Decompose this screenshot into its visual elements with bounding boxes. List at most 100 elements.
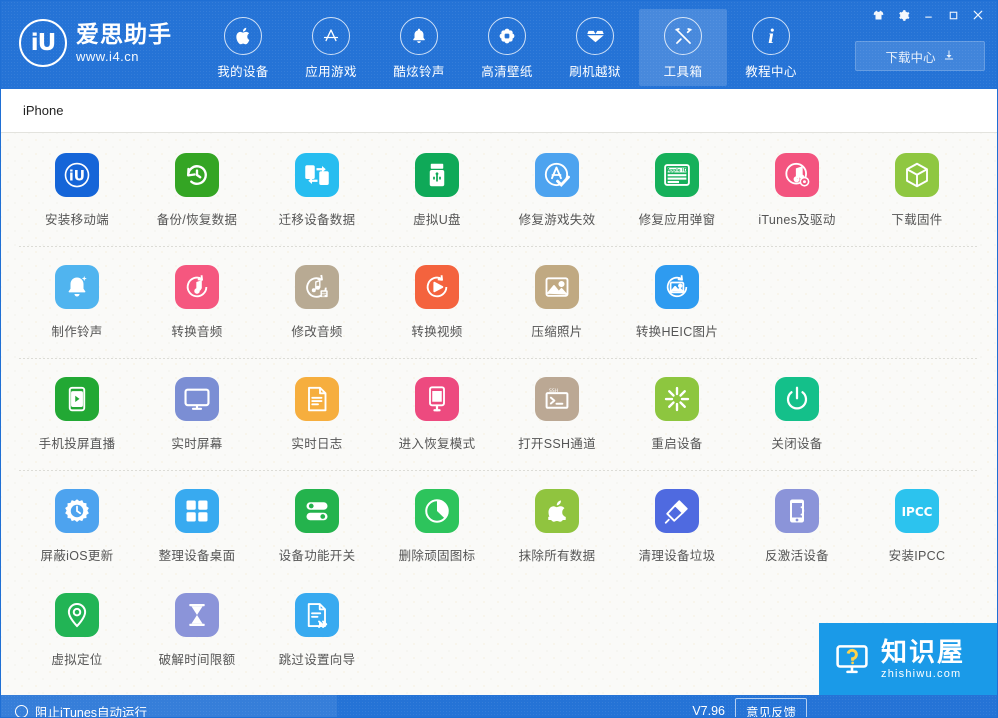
tool-clean-junk[interactable]: 清理设备垃圾 <box>617 471 737 575</box>
virtual-location-icon <box>55 593 99 637</box>
tool-virtual-usb[interactable]: 虚拟U盘 <box>377 135 497 247</box>
tool-download-firmware[interactable]: 下载固件 <box>857 135 977 247</box>
tool-block-ios-update[interactable]: 屏蔽iOS更新 <box>17 471 137 575</box>
download-center-button[interactable]: 下载中心 <box>855 41 985 71</box>
nav-label: 工具箱 <box>663 65 703 79</box>
tool-label: 删除顽固图标 <box>398 549 476 563</box>
tool-convert-video[interactable]: 转换视频 <box>377 247 497 359</box>
convert-video-icon <box>415 265 459 309</box>
tool-migrate-device[interactable]: 迁移设备数据 <box>257 135 377 247</box>
tool-label: 打开SSH通道 <box>518 437 596 451</box>
tool-crack-time-limit[interactable]: 破解时间限额 <box>137 575 257 675</box>
tool-compress-photo[interactable]: 压缩照片 <box>497 247 617 359</box>
tool-convert-audio[interactable]: 转换音频 <box>137 247 257 359</box>
device-tabstrip: iPhone <box>1 89 997 133</box>
i4-assistant-window: iU 爱思助手 www.i4.cn 我的设备 应用游戏 酷炫铃声 高清壁纸 刷机… <box>0 0 998 718</box>
logo-name: 爱思助手 <box>76 21 172 48</box>
nav-item-flash-jailbreak[interactable]: 刷机越狱 <box>551 9 639 86</box>
bell-icon <box>400 17 438 55</box>
crack-time-limit-icon <box>175 593 219 637</box>
tool-label: 清理设备垃圾 <box>638 549 716 563</box>
tool-realtime-log[interactable]: 实时日志 <box>257 359 377 471</box>
migrate-device-icon <box>295 153 339 197</box>
close-button[interactable] <box>967 5 989 25</box>
nav-item-tutorials[interactable]: i 教程中心 <box>727 9 815 86</box>
realtime-log-icon <box>295 377 339 421</box>
tool-itunes-driver[interactable]: iTunes及驱动 <box>737 135 857 247</box>
nav-item-toolbox[interactable]: 工具箱 <box>639 9 727 86</box>
tool-label: 转换HEIC图片 <box>635 325 719 339</box>
tool-install-mobile[interactable]: iU 安装移动端 <box>17 135 137 247</box>
nav-label: 我的设备 <box>217 65 269 79</box>
tool-delete-stubborn-icon[interactable]: 删除顽固图标 <box>377 471 497 575</box>
tool-organize-desktop[interactable]: 整理设备桌面 <box>137 471 257 575</box>
delete-icon-stubborn-icon <box>415 489 459 533</box>
ssh-tunnel-icon: SSH <box>535 377 579 421</box>
tool-label: 整理设备桌面 <box>158 549 236 563</box>
screen-cast-icon <box>55 377 99 421</box>
tool-feature-toggle[interactable]: 设备功能开关 <box>257 471 377 575</box>
feature-toggle-icon <box>295 489 339 533</box>
tool-label: 破解时间限额 <box>158 653 236 667</box>
tool-erase-all-data[interactable]: 抹除所有数据 <box>497 471 617 575</box>
skin-icon[interactable] <box>867 5 889 25</box>
tool-label: 转换视频 <box>411 325 463 339</box>
tool-install-ipcc[interactable]: IPCC 安装IPCC <box>857 471 977 575</box>
tool-deactivate-device[interactable]: 反激活设备 <box>737 471 857 575</box>
nav-label: 酷炫铃声 <box>393 65 445 79</box>
tool-backup-restore[interactable]: 备份/恢复数据 <box>137 135 257 247</box>
svg-text:Apple ID: Apple ID <box>667 168 688 174</box>
block-itunes-toggle[interactable]: 阻止iTunes自动运行 <box>1 695 338 717</box>
tool-label: 修复游戏失效 <box>518 213 596 227</box>
tool-virtual-location[interactable]: 虚拟定位 <box>17 575 137 675</box>
tool-label: 安装移动端 <box>44 213 109 227</box>
tool-label: 反激活设备 <box>764 549 829 563</box>
clean-junk-icon <box>655 489 699 533</box>
tool-label: 压缩照片 <box>531 325 583 339</box>
tab-label: iPhone <box>23 103 64 118</box>
tool-label: 跳过设置向导 <box>278 653 356 667</box>
tool-label: 转换音频 <box>171 325 223 339</box>
maximize-button[interactable] <box>942 5 964 25</box>
status-bar-right: V7.96 意见反馈 <box>692 695 807 718</box>
tool-fix-game[interactable]: 修复游戏失效 <box>497 135 617 247</box>
tool-recovery-mode[interactable]: 进入恢复模式 <box>377 359 497 471</box>
svg-text:iU: iU <box>69 169 85 185</box>
backup-restore-icon <box>175 153 219 197</box>
tool-label: 制作铃声 <box>51 325 103 339</box>
tool-reboot-device[interactable]: 重启设备 <box>617 359 737 471</box>
status-bar: 阻止iTunes自动运行 V7.96 意见反馈 <box>1 695 997 718</box>
nav-label: 教程中心 <box>745 65 797 79</box>
feedback-button[interactable]: 意见反馈 <box>734 697 807 717</box>
toolbox-grid: iU 安装移动端 备份/恢复数据 迁移设备数据 虚拟U盘 修复游戏失效 Appl… <box>1 133 997 695</box>
tab-iphone[interactable]: iPhone <box>3 89 84 132</box>
tool-ssh-tunnel[interactable]: SSH 打开SSH通道 <box>497 359 617 471</box>
tool-edit-audio[interactable]: 修改音频 <box>257 247 377 359</box>
reboot-device-icon <box>655 377 699 421</box>
tool-convert-heic[interactable]: 转换HEIC图片 <box>617 247 737 359</box>
app-logo[interactable]: iU 爱思助手 www.i4.cn <box>1 1 191 67</box>
tool-label: 备份/恢复数据 <box>156 213 238 227</box>
tool-row: iU 安装移动端 备份/恢复数据 迁移设备数据 虚拟U盘 修复游戏失效 Appl… <box>1 135 997 247</box>
heic-convert-icon <box>655 265 699 309</box>
gear-icon[interactable] <box>892 5 914 25</box>
nav-item-wallpapers[interactable]: 高清壁纸 <box>463 9 551 86</box>
itunes-driver-icon <box>775 153 819 197</box>
tool-fix-app-popup[interactable]: Apple ID 修复应用弹窗 <box>617 135 737 247</box>
tool-screen-cast[interactable]: 手机投屏直播 <box>17 359 137 471</box>
watermark-badge: 知识屋 zhishiwu.com <box>819 623 997 695</box>
version-label: V7.96 <box>692 704 725 718</box>
compress-photo-icon <box>535 265 579 309</box>
nav-item-apps-games[interactable]: 应用游戏 <box>287 9 375 86</box>
tool-label: 屏蔽iOS更新 <box>40 549 114 563</box>
tool-label: 修改音频 <box>291 325 343 339</box>
tool-make-ringtone[interactable]: 制作铃声 <box>17 247 137 359</box>
tool-shutdown-device[interactable]: 关闭设备 <box>737 359 857 471</box>
nav-item-my-device[interactable]: 我的设备 <box>199 9 287 86</box>
minimize-button[interactable] <box>917 5 939 25</box>
tool-row: 手机投屏直播 实时屏幕 实时日志 进入恢复模式 SSH 打开SSH通道 重启设备… <box>1 359 997 471</box>
tool-realtime-screen[interactable]: 实时屏幕 <box>137 359 257 471</box>
tool-label: 手机投屏直播 <box>38 437 116 451</box>
tool-skip-setup-wizard[interactable]: 跳过设置向导 <box>257 575 377 675</box>
nav-item-ringtones[interactable]: 酷炫铃声 <box>375 9 463 86</box>
